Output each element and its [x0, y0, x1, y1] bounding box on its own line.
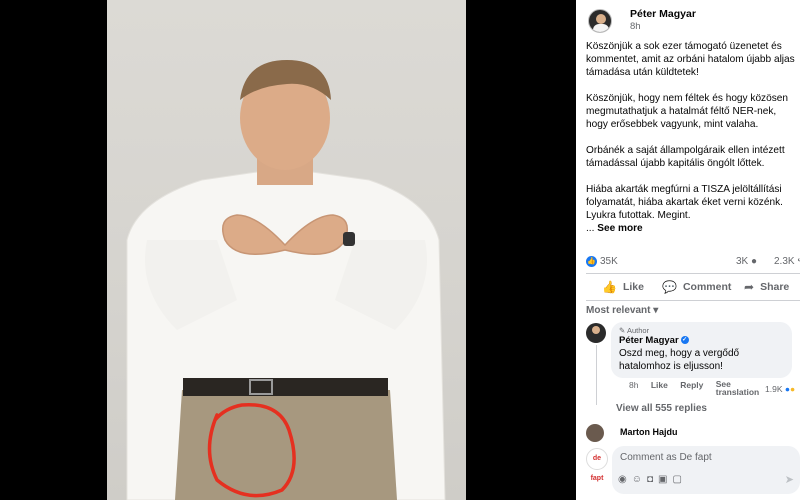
post-paragraph: Köszönjük, hogy nem féltek és hogy közös… — [586, 93, 788, 130]
comment-author[interactable]: Marton Hajdu — [620, 427, 678, 437]
comment-icon: ● — [751, 256, 758, 267]
verified-icon: ✓ — [680, 336, 689, 345]
current-user-avatar[interactable]: de fapt — [586, 448, 608, 482]
author-badge: ✎ Author — [619, 326, 650, 335]
post-photo[interactable] — [107, 0, 466, 500]
see-more-link[interactable]: See more — [597, 223, 642, 234]
post-stats: 👍35K 3K ● 2.3K ↪ — [586, 256, 800, 270]
photo-illustration — [126, 60, 446, 500]
comment-icon: 💬 — [662, 280, 677, 294]
post-text: Köszönjük a sok ezer támogató üzenetet é… — [586, 40, 796, 235]
post-author-name[interactable]: Péter Magyar — [630, 8, 696, 21]
chevron-down-icon: ▾ — [653, 305, 659, 316]
comment-author[interactable]: Péter Magyar ✓ — [619, 335, 784, 347]
post-paragraph: Orbánék a saját állampolgáraik ellen int… — [586, 145, 785, 169]
divider — [586, 273, 800, 274]
like-reaction-icon: 👍 — [586, 256, 597, 267]
comment-reaction-count[interactable]: 1.9K ●● — [765, 384, 795, 394]
comment-count[interactable]: 3K ● — [736, 256, 757, 267]
post-paragraph: Köszönjük a sok ezer támogató üzenetet é… — [586, 41, 795, 78]
comment-time[interactable]: 8h — [629, 380, 638, 390]
comment-like-button[interactable]: Like — [651, 380, 668, 390]
commenter-avatar[interactable] — [586, 323, 606, 343]
comment-button[interactable]: 💬 Comment — [662, 280, 731, 294]
post-paragraph: Hiába akarták megfúrni a TISZA jelöltáll… — [586, 184, 783, 221]
comment-meta: 8h Like Reply See translation — [629, 380, 770, 397]
post-header: Péter Magyar 8h — [588, 8, 696, 33]
post-actions: 👍 Like 💬 Comment ➦ Share — [586, 278, 800, 298]
reaction-count[interactable]: 👍 35K — [586, 256, 618, 267]
send-icon[interactable]: ➤ — [785, 473, 794, 486]
share-count[interactable]: 2.3K ↪ — [774, 256, 800, 267]
emoji-icon[interactable]: ☺ — [632, 474, 647, 485]
thumbs-up-icon: 👍 — [602, 280, 617, 294]
view-replies-link[interactable]: View all 555 replies — [616, 403, 707, 414]
avatar-sticker-icon[interactable]: ◉ — [618, 474, 632, 485]
share-button[interactable]: ➦ Share — [744, 280, 789, 294]
photo-viewer — [0, 0, 576, 500]
gif-icon[interactable]: ▣ — [658, 474, 672, 485]
thread-line — [596, 345, 597, 405]
commenter-avatar[interactable] — [586, 424, 604, 442]
camera-icon[interactable]: ◘ — [647, 474, 658, 485]
comment-reply-button[interactable]: Reply — [680, 380, 703, 390]
comment-input-placeholder: Comment as De fapt — [620, 452, 712, 463]
comment-bubble: ✎ Author Péter Magyar ✓ Oszd meg, hogy a … — [611, 322, 792, 378]
like-button[interactable]: 👍 Like — [602, 280, 644, 294]
sticker-icon[interactable]: ▢ — [672, 474, 686, 485]
comment-filter-dropdown[interactable]: Most relevant ▾ — [586, 305, 658, 316]
see-translation-link[interactable]: See translation — [716, 380, 760, 397]
comment-text: Oszd meg, hogy a vergődő hatalomhoz is e… — [619, 348, 740, 372]
share-icon: ➦ — [744, 280, 755, 294]
post-time[interactable]: 8h — [630, 21, 696, 33]
author-avatar[interactable] — [588, 8, 612, 33]
comment-input[interactable]: Comment as De fapt ◉☺◘▣▢ ➤ — [612, 446, 800, 494]
composer-tools: ◉☺◘▣▢ — [618, 474, 687, 485]
divider — [586, 300, 800, 301]
comment-composer: de fapt Comment as De fapt ◉☺◘▣▢ ➤ — [586, 446, 800, 500]
haha-reaction-icon: ● — [790, 384, 796, 394]
post-side-panel: Péter Magyar 8h Köszönjük a sok ezer tám… — [576, 0, 800, 500]
pen-icon: ✎ — [619, 326, 626, 335]
see-more-prefix: ... — [586, 223, 598, 234]
